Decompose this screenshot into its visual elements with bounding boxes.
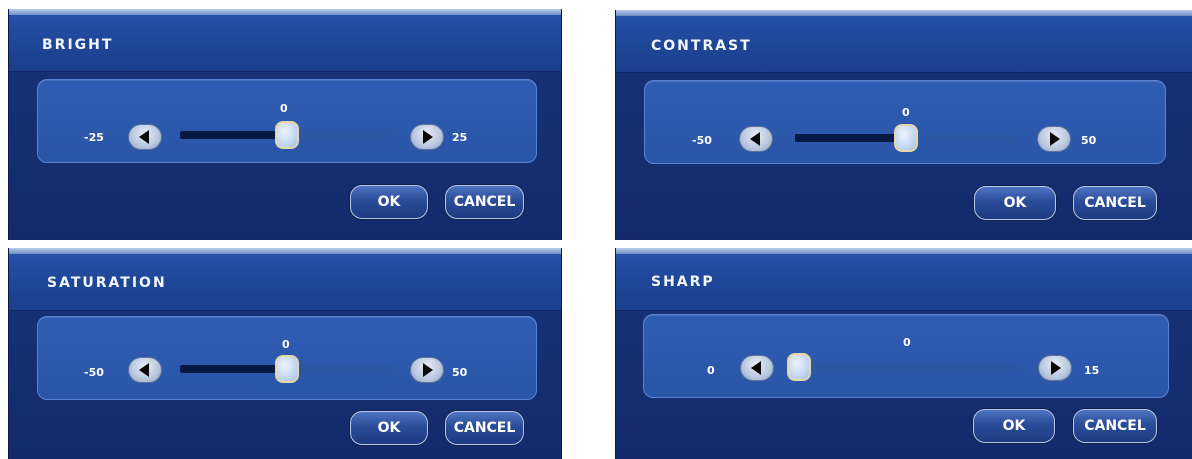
cancel-button[interactable]: CANCEL (445, 185, 524, 219)
current-value: 0 (282, 338, 290, 351)
max-value: 50 (1081, 134, 1097, 147)
min-value: -50 (692, 134, 712, 147)
slider-thumb[interactable] (274, 355, 299, 383)
slider-fill (180, 131, 287, 139)
ok-button[interactable]: OK (350, 411, 428, 445)
decrease-button[interactable] (739, 126, 773, 152)
right-triangle-icon (423, 363, 433, 377)
min-value: -25 (84, 131, 104, 144)
cancel-button[interactable]: CANCEL (1073, 409, 1157, 443)
decrease-button[interactable] (128, 357, 162, 383)
dialog-header: SATURATION (9, 254, 561, 311)
min-value: -50 (84, 366, 104, 379)
slider-fill (180, 365, 287, 373)
cancel-button[interactable]: CANCEL (1073, 186, 1157, 220)
max-value: 15 (1084, 364, 1100, 377)
dialog-header: SHARP (616, 254, 1192, 311)
ok-button[interactable]: OK (350, 185, 428, 219)
increase-button[interactable] (410, 124, 444, 150)
left-triangle-icon (139, 130, 149, 144)
left-triangle-icon (751, 361, 761, 375)
saturation-dialog: SATURATION 0 -50 50 OK CANCEL (8, 248, 562, 459)
right-triangle-icon (1051, 361, 1061, 375)
dialog-title: BRIGHT (42, 37, 114, 53)
dialog-title: SHARP (651, 274, 715, 290)
current-value: 0 (903, 336, 911, 349)
dialog-header: CONTRAST (616, 16, 1192, 73)
dialog-title: SATURATION (47, 275, 167, 291)
bright-dialog: BRIGHT 0 -25 25 OK CANCEL (8, 9, 562, 240)
contrast-dialog: CONTRAST 0 -50 50 OK CANCEL (615, 10, 1192, 240)
left-triangle-icon (139, 363, 149, 377)
ok-button[interactable]: OK (973, 409, 1055, 443)
slider-thumb[interactable] (787, 353, 811, 381)
max-value: 50 (452, 366, 468, 379)
right-triangle-icon (423, 130, 433, 144)
slider-panel: 0 -50 50 (37, 316, 537, 400)
min-value: 0 (707, 364, 715, 377)
sharp-dialog: SHARP 0 0 15 OK CANCEL (615, 248, 1192, 459)
current-value: 0 (280, 102, 288, 115)
slider-panel: 0 -25 25 (37, 79, 537, 163)
slider-panel: 0 -50 50 (644, 80, 1166, 164)
cancel-button[interactable]: CANCEL (445, 411, 524, 445)
decrease-button[interactable] (128, 124, 162, 150)
increase-button[interactable] (1037, 126, 1071, 152)
increase-button[interactable] (410, 357, 444, 383)
slider-fill (795, 134, 906, 142)
increase-button[interactable] (1038, 355, 1072, 381)
decrease-button[interactable] (740, 355, 774, 381)
ok-button[interactable]: OK (974, 186, 1056, 220)
right-triangle-icon (1050, 132, 1060, 146)
current-value: 0 (902, 106, 910, 119)
left-triangle-icon (750, 132, 760, 146)
max-value: 25 (452, 131, 468, 144)
slider-track[interactable] (799, 363, 1019, 371)
dialog-title: CONTRAST (651, 38, 752, 54)
slider-thumb[interactable] (894, 124, 918, 152)
slider-panel: 0 0 15 (643, 314, 1169, 398)
slider-thumb[interactable] (274, 121, 299, 149)
dialog-header: BRIGHT (9, 15, 561, 72)
